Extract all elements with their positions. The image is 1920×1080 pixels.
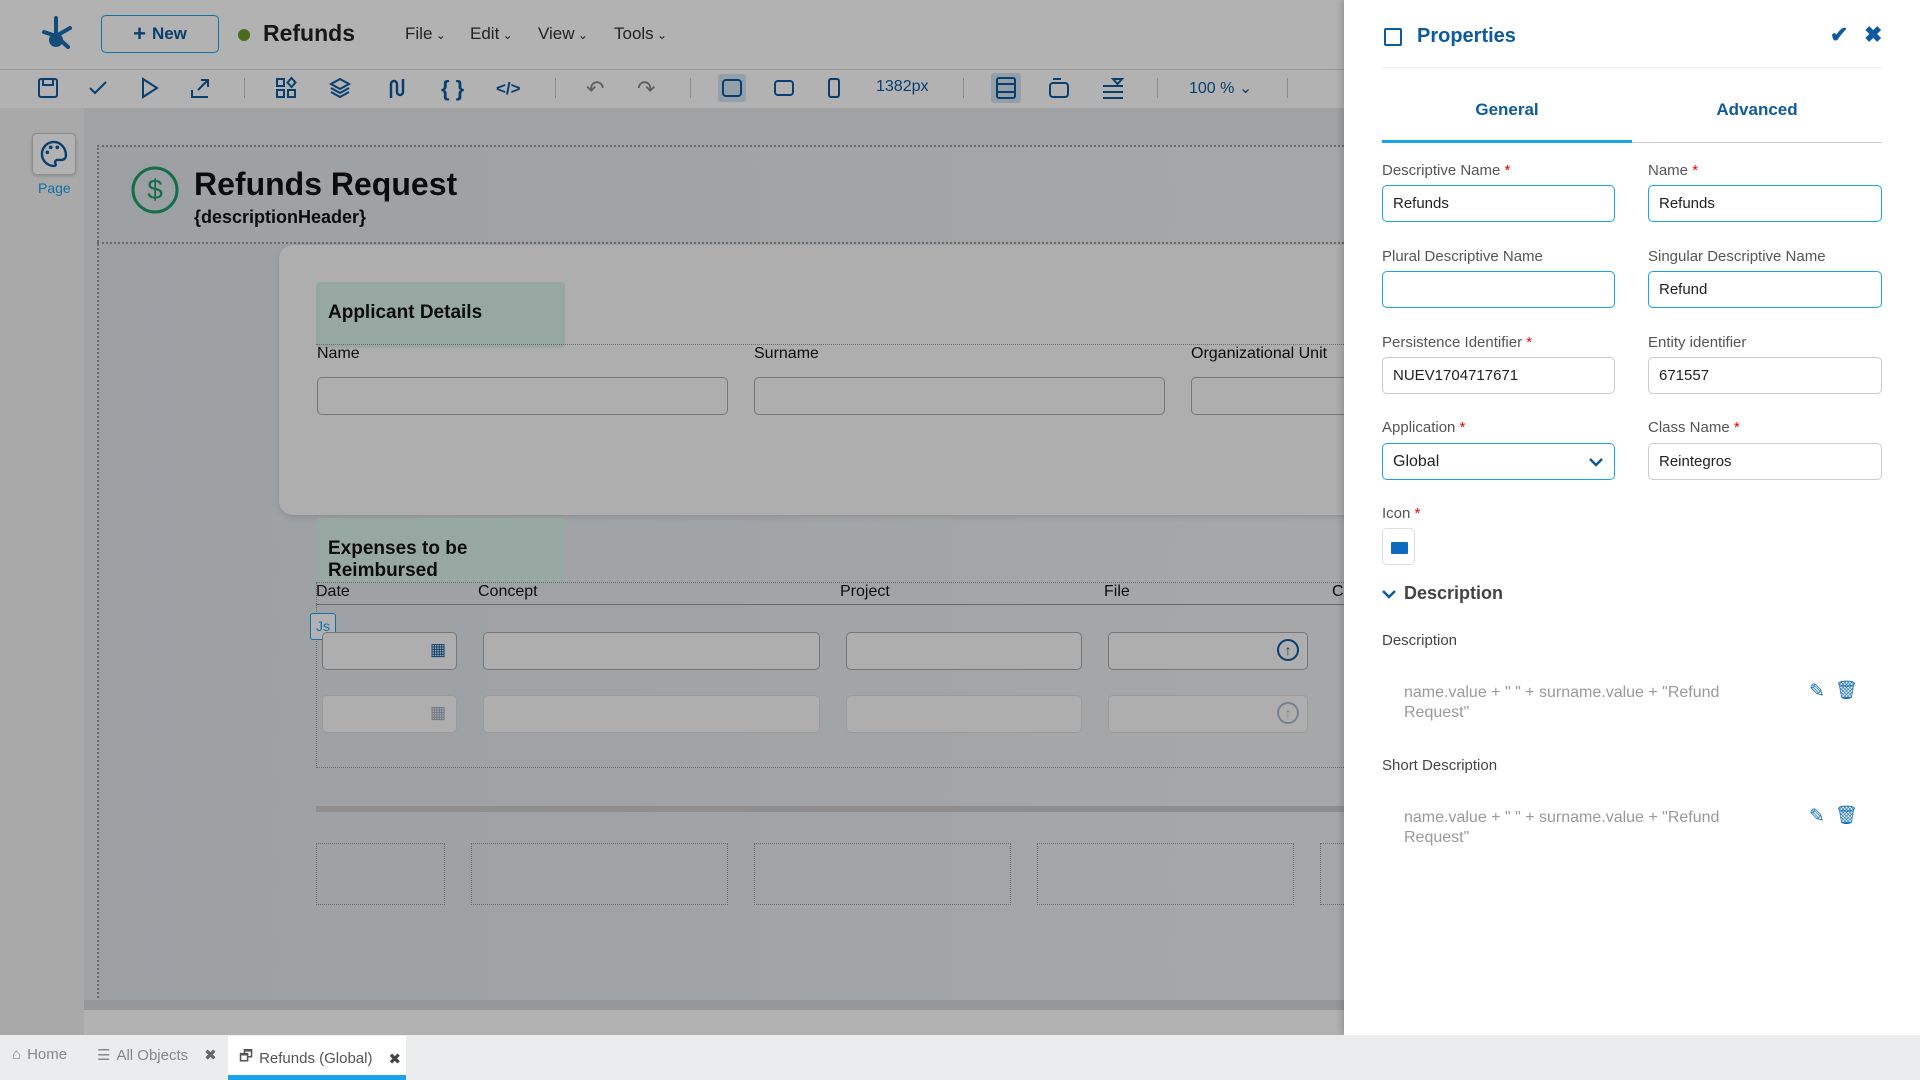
tab-general[interactable]: General xyxy=(1382,100,1632,120)
close-icon[interactable]: ✖ xyxy=(1864,22,1882,48)
plural-name-input[interactable] xyxy=(1382,271,1615,308)
confirm-check-icon[interactable]: ✔ xyxy=(1830,22,1848,48)
icon-label: Icon * xyxy=(1382,505,1421,522)
application-select[interactable]: Global xyxy=(1382,443,1615,480)
modal-overlay[interactable] xyxy=(0,0,1344,1035)
class-name-label: Class Name * xyxy=(1648,419,1740,436)
panel-title: Properties xyxy=(1417,25,1516,47)
edit-pencil-icon[interactable]: ✎ xyxy=(1809,805,1825,828)
active-tab-indicator xyxy=(1382,140,1632,143)
home-icon: ⌂ xyxy=(12,1046,22,1063)
chevron-down-icon xyxy=(1382,589,1396,599)
tab-home[interactable]: ⌂ Home xyxy=(12,1046,67,1063)
delete-trash-icon[interactable]: 🗑 xyxy=(1835,680,1858,701)
chevron-down-icon xyxy=(1589,458,1603,467)
application-label: Application * xyxy=(1382,419,1466,436)
list-icon: ☰ xyxy=(97,1047,111,1064)
descriptive-name-input[interactable]: Refunds xyxy=(1382,185,1615,222)
divider xyxy=(1382,67,1882,68)
edit-pencil-icon[interactable]: ✎ xyxy=(1809,680,1825,703)
name-label: Name * xyxy=(1648,162,1699,179)
class-name-input[interactable]: Reintegros xyxy=(1648,443,1882,480)
icon-picker[interactable] xyxy=(1382,528,1415,565)
refund-check-icon xyxy=(1391,542,1408,554)
persistence-identifier-input[interactable]: NUEV1704717671 xyxy=(1382,357,1615,394)
delete-trash-icon[interactable]: 🗑 xyxy=(1835,805,1858,826)
plural-name-label: Plural Descriptive Name xyxy=(1382,248,1543,265)
persistence-identifier-label: Persistence Identifier * xyxy=(1382,334,1533,351)
close-tab-icon[interactable]: ✖ xyxy=(204,1046,217,1064)
form-icon: 🗗 xyxy=(239,1048,254,1065)
descriptive-name-label: Descriptive Name * xyxy=(1382,162,1511,179)
entity-identifier-input[interactable]: 671557 xyxy=(1648,357,1882,394)
tab-all-objects[interactable]: ☰ All Objects ✖ xyxy=(97,1046,217,1065)
properties-panel: Properties ✔ ✖ General Advanced Descript… xyxy=(1344,0,1920,1035)
tab-advanced[interactable]: Advanced xyxy=(1632,100,1882,120)
name-input[interactable]: Refunds xyxy=(1648,185,1882,222)
description-expression: name.value + " " + surname.value + "Refu… xyxy=(1404,684,1720,721)
short-description-expression: name.value + " " + surname.value + "Refu… xyxy=(1404,809,1720,846)
description-label: Description xyxy=(1382,632,1458,649)
singular-name-label: Singular Descriptive Name xyxy=(1648,248,1826,265)
close-tab-icon[interactable]: ✖ xyxy=(388,1050,401,1068)
properties-icon xyxy=(1384,28,1402,46)
tab-refunds-global[interactable]: 🗗 Refunds (Global) ✖ xyxy=(239,1046,401,1071)
singular-name-input[interactable]: Refund xyxy=(1648,271,1882,308)
description-section-toggle[interactable]: Description xyxy=(1382,583,1503,604)
entity-identifier-label: Entity identifier xyxy=(1648,334,1747,351)
short-description-label: Short Description xyxy=(1382,757,1498,774)
